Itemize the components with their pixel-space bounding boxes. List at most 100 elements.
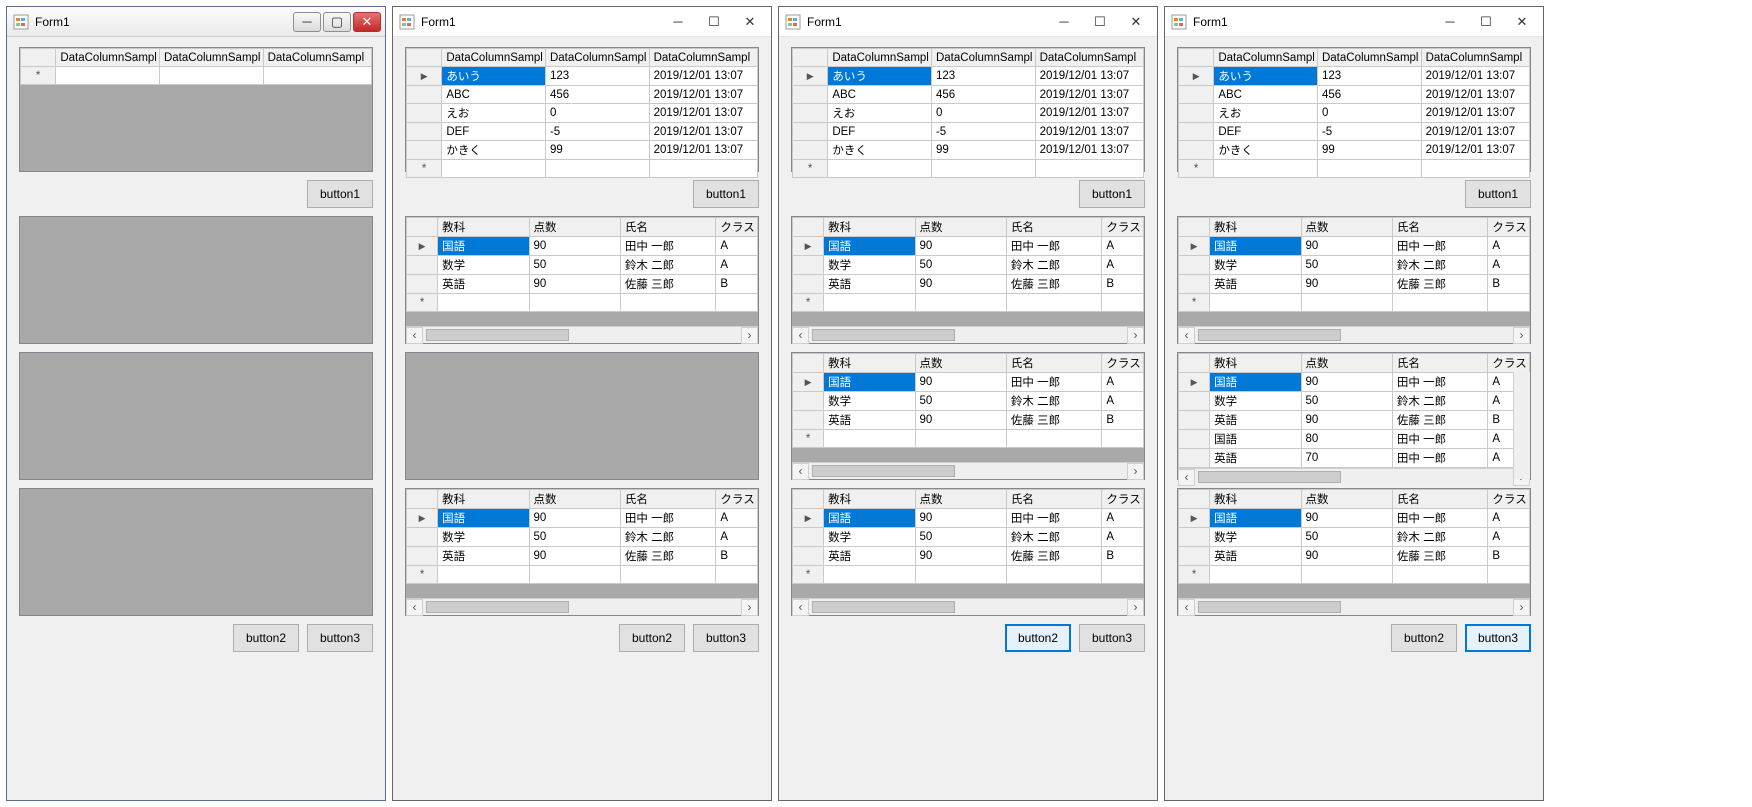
cell[interactable]: 鈴木 二郎 (1392, 256, 1488, 275)
horizontal-scrollbar[interactable]: ‹› (1178, 468, 1530, 485)
table-row[interactable]: ABC4562019/12/01 13:07 (1179, 86, 1530, 104)
cell[interactable]: 田中 一郎 (1392, 373, 1488, 392)
cell[interactable]: 50 (1301, 528, 1392, 547)
scroll-left-icon[interactable]: ‹ (1178, 327, 1195, 344)
datagridview-1[interactable]: DataColumnSamplDataColumnSamplDataColumn… (405, 47, 759, 172)
new-row[interactable] (21, 67, 372, 85)
table-row[interactable]: 英語90佐藤 三郎B (1179, 275, 1530, 294)
scroll-thumb[interactable] (1198, 329, 1341, 341)
datagridview-4[interactable]: 教科点数氏名クラス国語90田中 一郎A数学50鈴木 二郎A英語90佐藤 三郎B‹… (405, 488, 759, 616)
cell[interactable]: 英語 (1210, 547, 1301, 566)
new-row[interactable] (1179, 294, 1530, 312)
horizontal-scrollbar[interactable]: ‹› (792, 326, 1144, 343)
cell[interactable]: B (1102, 547, 1144, 566)
column-header[interactable]: 氏名 (1006, 354, 1102, 373)
table-row[interactable]: かきく992019/12/01 13:07 (407, 141, 758, 160)
scroll-right-icon[interactable]: › (1127, 463, 1144, 480)
table-row[interactable]: あいう1232019/12/01 13:07 (407, 67, 758, 86)
datagridview-2[interactable] (19, 216, 373, 344)
cell[interactable]: 国語 (824, 373, 915, 392)
cell[interactable]: DEF (828, 123, 932, 141)
scroll-left-icon[interactable]: ‹ (406, 599, 423, 616)
cell[interactable]: B (716, 275, 758, 294)
cell[interactable]: 佐藤 三郎 (1392, 411, 1488, 430)
button2[interactable]: button2 (233, 624, 299, 652)
close-button[interactable]: ✕ (353, 12, 381, 32)
horizontal-scrollbar[interactable]: ‹› (1178, 326, 1530, 343)
minimize-button[interactable]: ─ (1433, 11, 1467, 33)
titlebar[interactable]: Form1 ─ ☐ ✕ (1165, 7, 1543, 37)
new-row[interactable] (1179, 160, 1530, 178)
column-header[interactable]: 氏名 (620, 218, 716, 237)
column-header[interactable]: 氏名 (1392, 354, 1488, 373)
table-row[interactable]: 英語90佐藤 三郎B (793, 275, 1144, 294)
button3[interactable]: button3 (1079, 624, 1145, 652)
vertical-scrollbar[interactable] (1513, 372, 1530, 479)
table-row[interactable]: 数学50鈴木 二郎A (407, 256, 758, 275)
cell[interactable]: 佐藤 三郎 (1392, 275, 1488, 294)
cell[interactable]: かきく (442, 141, 546, 160)
table-row[interactable]: えお02019/12/01 13:07 (793, 104, 1144, 123)
cell[interactable]: DEF (442, 123, 546, 141)
cell[interactable]: 123 (1317, 67, 1421, 86)
new-row[interactable] (407, 160, 758, 178)
cell[interactable]: 80 (1301, 430, 1392, 449)
cell[interactable]: 2019/12/01 13:07 (1421, 123, 1529, 141)
cell[interactable]: A (716, 509, 758, 528)
cell[interactable]: 99 (1317, 141, 1421, 160)
cell[interactable]: 田中 一郎 (1392, 430, 1488, 449)
cell[interactable]: 田中 一郎 (1392, 237, 1488, 256)
column-header[interactable]: 点数 (915, 490, 1006, 509)
cell[interactable]: -5 (545, 123, 649, 141)
column-header[interactable]: 氏名 (620, 490, 716, 509)
button1[interactable]: button1 (307, 180, 373, 208)
table-row[interactable]: 国語90田中 一郎A (407, 237, 758, 256)
cell[interactable]: 田中 一郎 (1392, 509, 1488, 528)
button2[interactable]: button2 (1391, 624, 1457, 652)
cell[interactable]: 90 (529, 275, 620, 294)
scroll-thumb[interactable] (812, 329, 955, 341)
cell[interactable]: 2019/12/01 13:07 (649, 141, 757, 160)
column-header[interactable]: クラス (716, 490, 758, 509)
cell[interactable]: 英語 (438, 547, 529, 566)
column-header[interactable]: クラス (1488, 490, 1530, 509)
table-row[interactable]: えお02019/12/01 13:07 (407, 104, 758, 123)
cell[interactable]: 90 (529, 509, 620, 528)
column-header[interactable]: クラス (1102, 354, 1144, 373)
datagridview-3[interactable]: 教科点数氏名クラス国語90田中 一郎A数学50鈴木 二郎A英語90佐藤 三郎B‹… (791, 352, 1145, 480)
cell[interactable]: 90 (1301, 275, 1392, 294)
minimize-button[interactable]: ─ (293, 12, 321, 32)
cell[interactable]: かきく (1214, 141, 1318, 160)
cell[interactable]: 50 (915, 256, 1006, 275)
cell[interactable]: ABC (442, 86, 546, 104)
cell[interactable]: 国語 (438, 509, 529, 528)
table-row[interactable]: 英語90佐藤 三郎B (1179, 411, 1530, 430)
cell[interactable]: 2019/12/01 13:07 (1421, 86, 1529, 104)
maximize-button[interactable]: ☐ (1469, 11, 1503, 33)
table-row[interactable]: DEF-52019/12/01 13:07 (793, 123, 1144, 141)
column-header[interactable]: 点数 (1301, 354, 1392, 373)
table-row[interactable]: 数学50鈴木 二郎A (407, 528, 758, 547)
cell[interactable]: 数学 (438, 256, 529, 275)
cell[interactable]: えお (828, 104, 932, 123)
cell[interactable]: 鈴木 二郎 (1006, 256, 1102, 275)
cell[interactable]: 鈴木 二郎 (620, 256, 716, 275)
cell[interactable]: 佐藤 三郎 (1392, 547, 1488, 566)
column-header[interactable]: DataColumnSampl (1035, 49, 1143, 67)
cell[interactable]: 2019/12/01 13:07 (1421, 104, 1529, 123)
datagridview-3[interactable] (19, 352, 373, 480)
table-row[interactable]: 国語90田中 一郎A (1179, 237, 1530, 256)
cell[interactable]: 田中 一郎 (620, 509, 716, 528)
column-header[interactable]: 氏名 (1392, 218, 1488, 237)
cell[interactable]: 90 (529, 237, 620, 256)
cell[interactable]: えお (442, 104, 546, 123)
column-header[interactable]: DataColumnSampl (1317, 49, 1421, 67)
column-header[interactable]: クラス (1488, 354, 1530, 373)
maximize-button[interactable]: ☐ (1083, 11, 1117, 33)
cell[interactable]: 2019/12/01 13:07 (649, 67, 757, 86)
cell[interactable]: 2019/12/01 13:07 (649, 123, 757, 141)
table-row[interactable]: DEF-52019/12/01 13:07 (1179, 123, 1530, 141)
cell[interactable]: 99 (931, 141, 1035, 160)
table-row[interactable]: 英語90佐藤 三郎B (407, 275, 758, 294)
cell[interactable]: 数学 (824, 528, 915, 547)
